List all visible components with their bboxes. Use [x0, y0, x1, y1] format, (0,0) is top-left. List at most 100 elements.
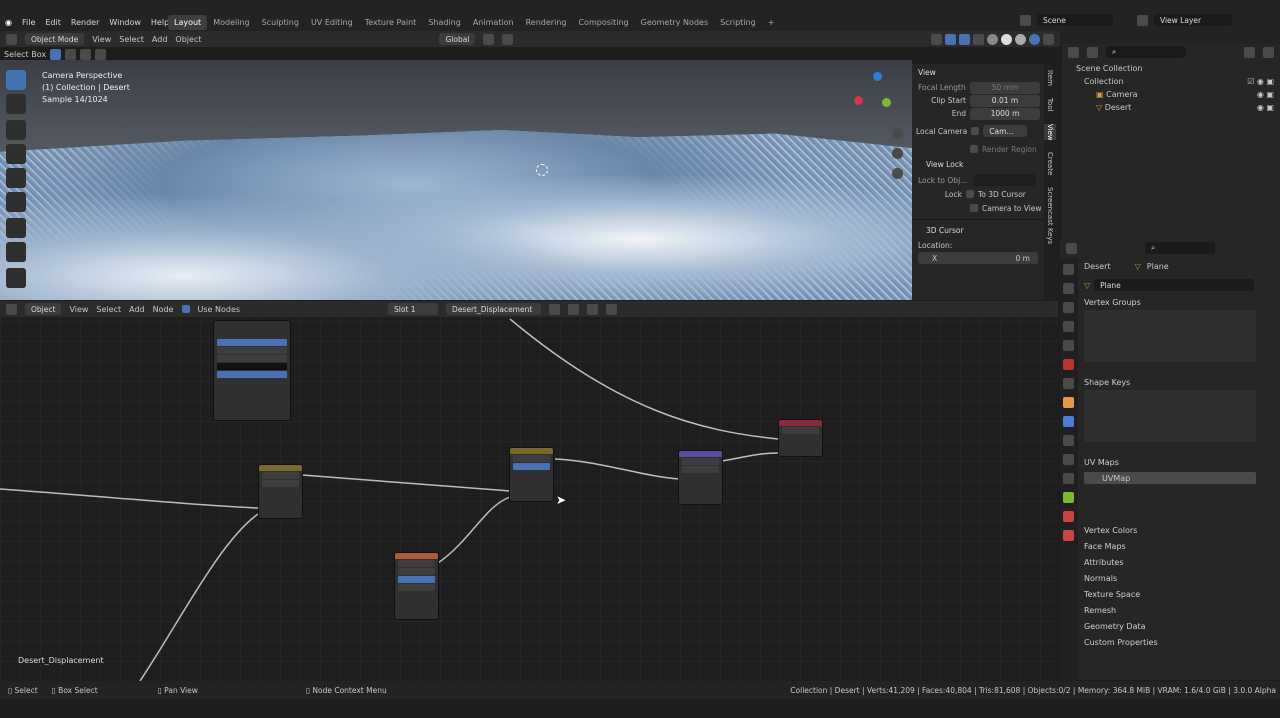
principled-bsdf-node[interactable]	[213, 320, 291, 421]
outliner-search-input[interactable]: ⌕	[1106, 46, 1186, 58]
camera-row[interactable]: ▣ Camera ◉ ▣	[1068, 88, 1274, 101]
local-camera-checkbox[interactable]	[971, 127, 980, 135]
particles-tab-icon[interactable]	[1063, 435, 1074, 446]
vertex-colors-panel[interactable]: Vertex Colors	[1060, 522, 1280, 538]
properties-search-input[interactable]: ⌕	[1145, 242, 1215, 254]
3d-viewport[interactable]: Camera Perspective (1) Collection | Dese…	[0, 60, 912, 300]
mode-dropdown[interactable]: Object Mode	[25, 33, 85, 45]
fake-user-icon[interactable]	[549, 303, 561, 315]
tab-scripting[interactable]: Scripting	[714, 15, 762, 30]
texture-tab-icon[interactable]	[1063, 530, 1074, 541]
material-tab-icon[interactable]	[1063, 511, 1074, 522]
pan-icon[interactable]	[892, 148, 903, 159]
new-material-icon[interactable]	[568, 303, 580, 315]
menu-add[interactable]: Add	[152, 35, 168, 44]
visibility-icon[interactable]	[931, 33, 942, 45]
vertex-groups-panel[interactable]: Vertex Groups	[1060, 294, 1280, 310]
cursor-tool-icon[interactable]	[6, 94, 26, 114]
noise-texture-node[interactable]	[394, 552, 439, 620]
proportional-icon[interactable]	[502, 33, 514, 45]
3d-cursor-header[interactable]: 3D Cursor	[912, 219, 1044, 239]
unlink-material-icon[interactable]	[587, 303, 599, 315]
node-field[interactable]	[217, 339, 287, 346]
slot-dropdown[interactable]: Slot 1	[388, 303, 439, 315]
collection-tab-icon[interactable]	[1063, 378, 1074, 389]
node-field[interactable]	[217, 363, 287, 370]
menu-view[interactable]: View	[92, 35, 111, 44]
node-field[interactable]	[217, 371, 287, 378]
visibility-eye-icon[interactable]: ☑ ◉ ▣	[1247, 75, 1274, 88]
tab-compositing[interactable]: Compositing	[572, 15, 634, 30]
geometry-data-panel[interactable]: Geometry Data	[1060, 618, 1280, 634]
xray-icon[interactable]	[973, 33, 984, 45]
modifier-tab-icon[interactable]	[1063, 416, 1074, 427]
tab-geometry-nodes[interactable]: Geometry Nodes	[635, 15, 714, 30]
menu-file[interactable]: File	[17, 18, 40, 27]
zoom-icon[interactable]	[892, 128, 903, 139]
custom-properties-panel[interactable]: Custom Properties	[1060, 634, 1280, 650]
view-lock-header[interactable]: View Lock	[912, 156, 1044, 173]
cursor-x-field[interactable]: X 0 m	[918, 252, 1038, 264]
transform-orientation[interactable]: Global	[439, 33, 476, 45]
physics-tab-icon[interactable]	[1063, 454, 1074, 465]
mesh-name-field[interactable]: Plane	[1094, 279, 1255, 291]
tab-item[interactable]: Item	[1044, 70, 1056, 86]
navigation-gizmo[interactable]	[852, 68, 902, 126]
clip-start-field[interactable]: 0.01 m	[970, 94, 1040, 107]
editor-type-icon[interactable]	[6, 33, 17, 45]
tab-modeling[interactable]: Modeling	[207, 15, 255, 30]
uv-maps-panel[interactable]: UV Maps	[1060, 454, 1280, 470]
outliner-editor-icon[interactable]	[1068, 46, 1079, 58]
tab-rendering[interactable]: Rendering	[520, 15, 573, 30]
node-menu-node[interactable]: Node	[153, 305, 174, 314]
shape-keys-panel[interactable]: Shape Keys	[1060, 374, 1280, 390]
lock-cursor-checkbox[interactable]	[966, 190, 974, 198]
camera-eye-icon[interactable]: ◉ ▣	[1257, 88, 1274, 101]
pause-icon[interactable]	[1043, 33, 1054, 45]
attributes-panel[interactable]: Attributes	[1060, 554, 1280, 570]
object-tab-icon[interactable]	[1063, 397, 1074, 408]
move-tool-icon[interactable]	[6, 120, 26, 140]
new-collection-icon[interactable]	[1263, 46, 1274, 58]
blender-logo-icon[interactable]: ◉	[0, 18, 17, 27]
pin-icon[interactable]	[606, 303, 618, 315]
normals-panel[interactable]: Normals	[1060, 570, 1280, 586]
properties-editor-icon[interactable]	[1066, 242, 1077, 254]
node-editor[interactable]: ➤ Desert_Displacement	[0, 301, 1058, 681]
rendered-shading-icon[interactable]	[1029, 33, 1040, 45]
menu-select[interactable]: Select	[119, 35, 144, 44]
texture-space-panel[interactable]: Texture Space	[1060, 586, 1280, 602]
tab-create[interactable]: Create	[1044, 152, 1056, 175]
camera-view-icon[interactable]	[892, 168, 903, 179]
material-field[interactable]: Desert_Displacement	[446, 303, 542, 315]
scene-tab-icon[interactable]	[1063, 340, 1074, 351]
uvmap-item[interactable]: UVMap	[1084, 472, 1256, 484]
node-menu-view[interactable]: View	[69, 305, 88, 314]
lock-object-field[interactable]	[974, 174, 1036, 186]
measure-tool-icon[interactable]	[6, 242, 26, 262]
collection-row[interactable]: Collection ☑ ◉ ▣	[1068, 75, 1274, 88]
desert-row[interactable]: ▽ Desert ◉ ▣	[1068, 101, 1274, 114]
solid-shading-icon[interactable]	[1001, 33, 1012, 45]
add-workspace-button[interactable]: +	[762, 15, 781, 30]
tab-screencast-keys[interactable]: Screencast Keys	[1044, 187, 1056, 244]
annotate-tool-icon[interactable]	[6, 218, 26, 238]
constraints-tab-icon[interactable]	[1063, 473, 1074, 484]
tab-animation[interactable]: Animation	[467, 15, 520, 30]
transform-tool-icon[interactable]	[6, 192, 26, 212]
scene-collection-row[interactable]: Scene Collection	[1068, 62, 1274, 75]
displacement-node[interactable]	[678, 450, 723, 505]
gamma-node[interactable]	[258, 464, 303, 519]
select-subtract-icon[interactable]	[80, 49, 92, 60]
filter-icon[interactable]	[1244, 46, 1255, 58]
shader-type-dropdown[interactable]: Object	[25, 303, 62, 315]
tab-texture-paint[interactable]: Texture Paint	[359, 15, 423, 30]
tab-uv-editing[interactable]: UV Editing	[305, 15, 359, 30]
node-menu-add[interactable]: Add	[129, 305, 145, 314]
display-mode-icon[interactable]	[1087, 46, 1098, 58]
rotate-tool-icon[interactable]	[6, 144, 26, 164]
tab-view[interactable]: View	[1044, 123, 1056, 141]
add-cube-tool-icon[interactable]	[6, 268, 26, 288]
data-tab-icon[interactable]	[1063, 492, 1074, 503]
node-menu-select[interactable]: Select	[96, 305, 121, 314]
